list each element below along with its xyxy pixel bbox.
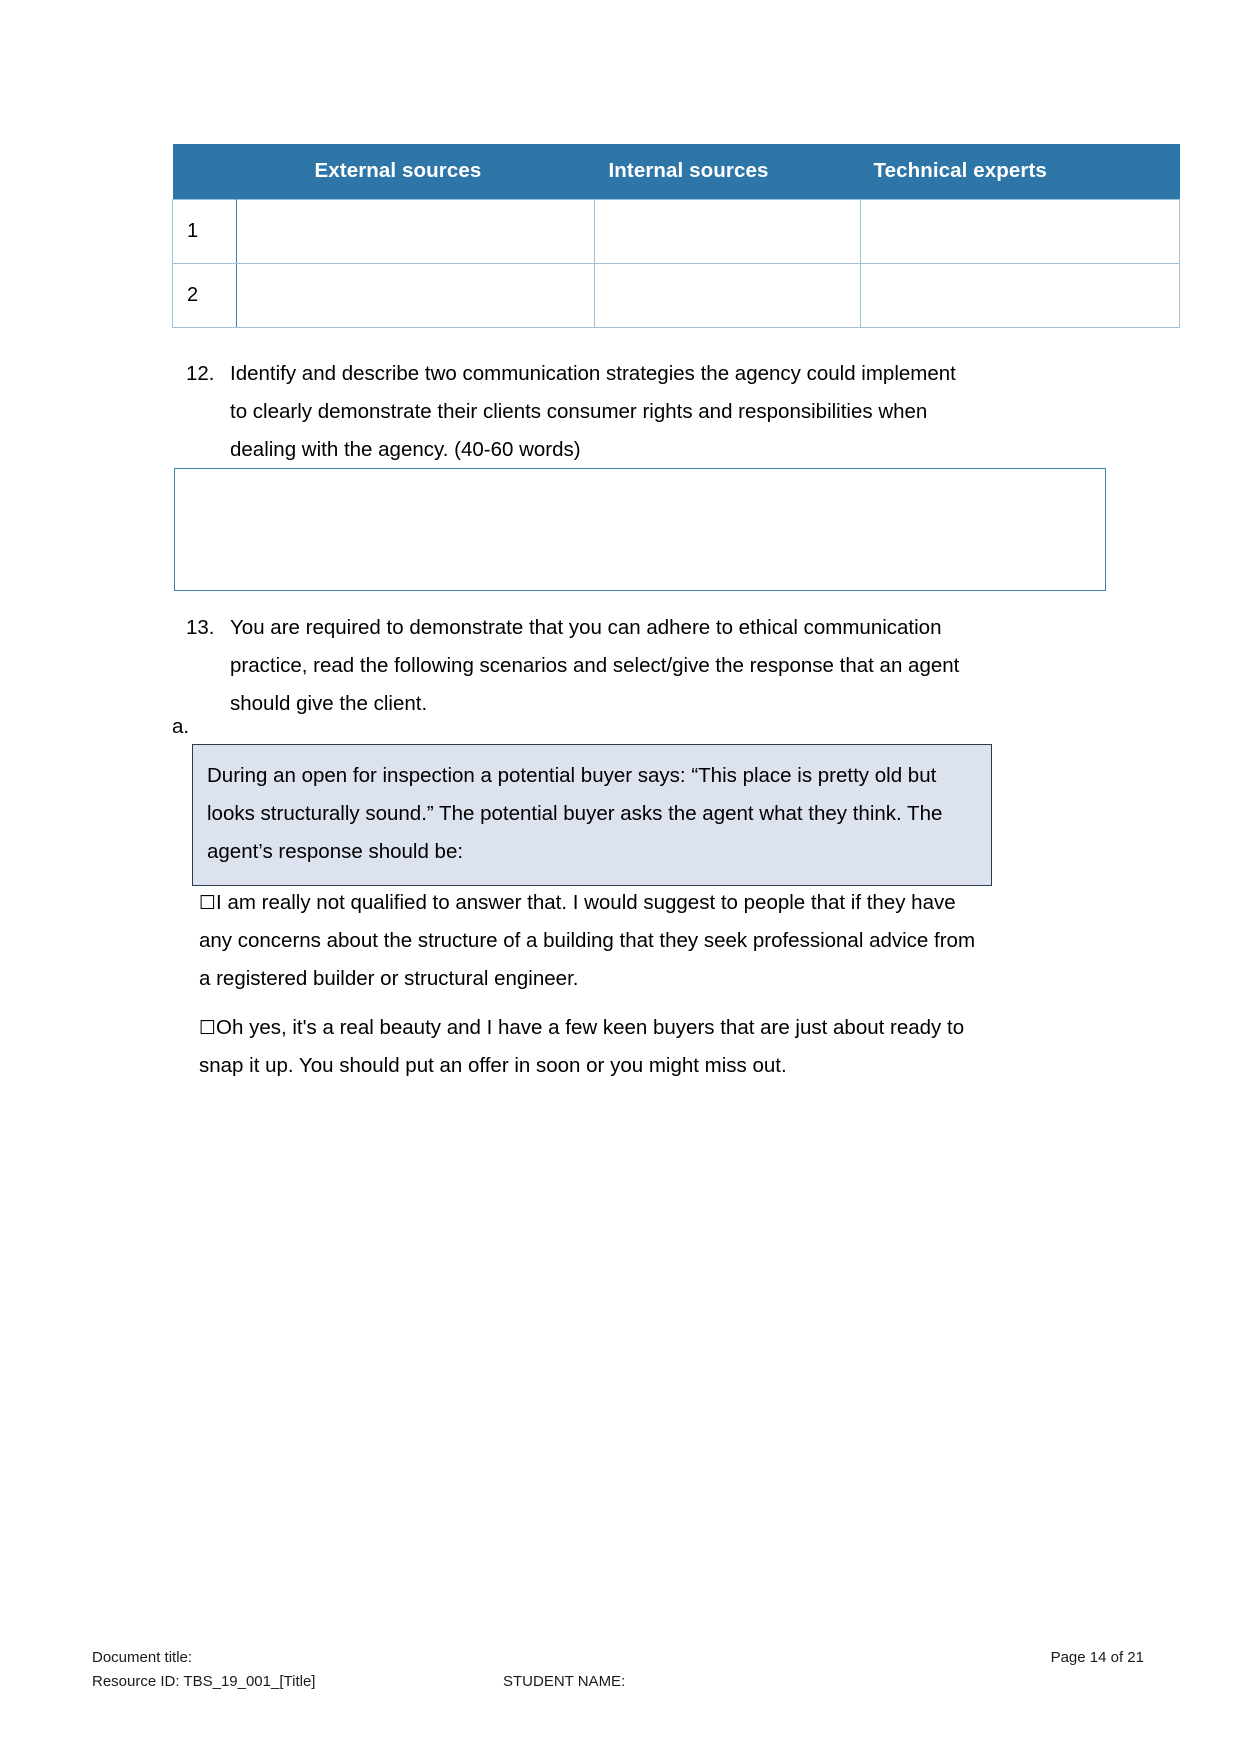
cell-technical-experts-2[interactable] xyxy=(860,263,1180,328)
table-header-row: External sources Internal sources Techni… xyxy=(172,144,1180,200)
sources-table-head: External sources Internal sources Techni… xyxy=(172,144,1180,200)
page-footer: Document title: Resource ID: TBS_19_001_… xyxy=(0,1634,1241,1754)
column-header-external-sources: External sources xyxy=(236,144,595,200)
answer-option-1-text: I am really not qualified to answer that… xyxy=(199,891,976,990)
answer-option-2[interactable]: ☐Oh yes, it's a real beauty and I have a… xyxy=(199,1009,981,1085)
scenario-text: During an open for inspection a potentia… xyxy=(207,764,943,863)
column-header-technical-experts: Technical experts xyxy=(860,144,1180,200)
question-13-sub-item-letter: a. xyxy=(172,715,190,738)
row-number-cell: 2 xyxy=(172,263,237,328)
cell-internal-sources-2[interactable] xyxy=(594,263,861,328)
checkbox-icon[interactable]: ☐ xyxy=(199,1017,216,1039)
cell-internal-sources-1[interactable] xyxy=(594,199,861,264)
checkbox-icon[interactable]: ☐ xyxy=(199,892,216,914)
column-header-internal-sources: Internal sources xyxy=(594,144,861,200)
row-number-cell: 1 xyxy=(172,199,237,264)
footer-left-block: Document title: Resource ID: TBS_19_001_… xyxy=(92,1646,315,1694)
footer-document-title-label: Document title: xyxy=(92,1649,193,1666)
column-header-index xyxy=(172,144,237,200)
question-12: 12. Identify and describe two communicat… xyxy=(186,355,976,469)
question-12-number: 12. xyxy=(186,362,215,385)
answer-option-1[interactable]: ☐I am really not qualified to answer tha… xyxy=(199,884,981,998)
scenario-box-a: During an open for inspection a potentia… xyxy=(192,744,992,886)
question-13-number: 13. xyxy=(186,616,215,639)
footer-student-name-label: STUDENT NAME: xyxy=(503,1673,626,1690)
question-12-text: Identify and describe two communication … xyxy=(230,362,956,461)
cell-external-sources-1[interactable] xyxy=(236,199,595,264)
cell-technical-experts-1[interactable] xyxy=(860,199,1180,264)
footer-page-number: Page 14 of 21 xyxy=(1050,1649,1144,1666)
cell-external-sources-2[interactable] xyxy=(236,263,595,328)
question-12-answer-box[interactable] xyxy=(174,468,1106,591)
sources-table: External sources Internal sources Techni… xyxy=(172,144,1180,328)
question-13: 13. You are required to demonstrate that… xyxy=(186,609,976,723)
table-row: 1 xyxy=(172,199,1180,264)
sources-table-body: 1 2 xyxy=(172,199,1180,328)
document-page: External sources Internal sources Techni… xyxy=(0,0,1241,1754)
table-row: 2 xyxy=(172,263,1180,328)
answer-option-2-text: Oh yes, it's a real beauty and I have a … xyxy=(199,1016,965,1077)
footer-resource-id: Resource ID: TBS_19_001_[Title] xyxy=(92,1673,316,1690)
question-13-text: You are required to demonstrate that you… xyxy=(230,616,960,715)
